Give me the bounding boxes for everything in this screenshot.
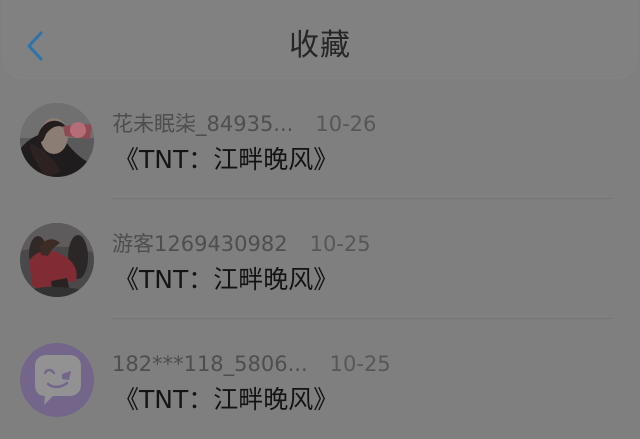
username: 游客1269430982 bbox=[112, 232, 288, 256]
favorite-title: 《TNT：江畔晚风》 bbox=[114, 265, 339, 294]
favorites-list: 花未眠柒_84935... 10-26 《TNT：江畔晚风》 游客12694309… bbox=[0, 78, 640, 438]
favorite-item[interactable]: 游客1269430982 10-25 《TNT：江畔晚风》 bbox=[0, 198, 640, 318]
avatar bbox=[20, 223, 94, 297]
favorite-item[interactable]: 182***118_5806... 10-25 《TNT：江畔晚风》 bbox=[0, 318, 640, 438]
avatar bbox=[20, 343, 94, 417]
page-title: 收藏 bbox=[289, 28, 351, 63]
favorites-screen: 收藏 花未眠柒_84935... 10-26 《TNT：江畔晚风》 游客1269… bbox=[0, 0, 640, 439]
favorite-title: 《TNT：江畔晚风》 bbox=[114, 385, 339, 414]
top-navigation-bar: 收藏 bbox=[2, 0, 638, 78]
favorite-date: 10-25 bbox=[329, 352, 391, 376]
item-meta: 花未眠柒_84935... 10-26 bbox=[112, 110, 376, 138]
item-meta: 182***118_5806... 10-25 bbox=[112, 350, 391, 378]
item-meta: 游客1269430982 10-25 bbox=[112, 230, 371, 258]
username: 182***118_5806... bbox=[112, 352, 308, 376]
favorite-date: 10-26 bbox=[315, 112, 377, 136]
photo-avatar bbox=[20, 103, 94, 177]
favorite-item[interactable]: 花未眠柒_84935... 10-26 《TNT：江畔晚风》 bbox=[0, 78, 640, 198]
favorite-title: 《TNT：江畔晚风》 bbox=[114, 145, 339, 174]
favorite-date: 10-25 bbox=[309, 232, 371, 256]
default-chat-avatar-icon bbox=[20, 343, 94, 417]
photo-avatar bbox=[20, 223, 94, 297]
avatar bbox=[20, 103, 94, 177]
username: 花未眠柒_84935... bbox=[112, 112, 294, 136]
